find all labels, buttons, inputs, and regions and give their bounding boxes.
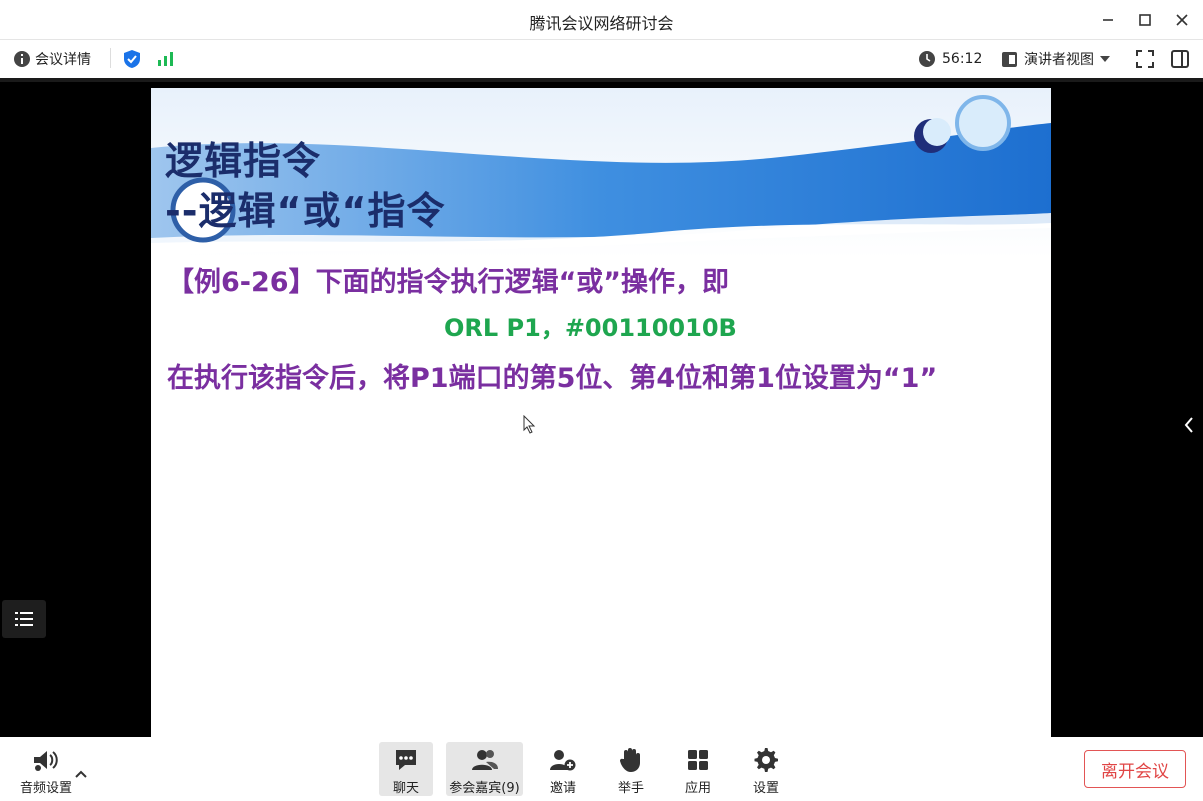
- fullscreen-icon: [1136, 50, 1154, 68]
- maximize-button[interactable]: [1130, 6, 1160, 34]
- mouse-cursor-icon: [523, 415, 536, 434]
- sidebar-icon: [1171, 50, 1189, 68]
- gear-icon: [754, 747, 778, 772]
- meeting-toolbar: 会议详情 56:12 演讲者视图: [0, 40, 1203, 78]
- timer-value: 56:12: [942, 51, 983, 67]
- participants-button[interactable]: 参会嘉宾(9): [446, 742, 523, 796]
- audio-settings-label: 音频设置: [19, 781, 72, 796]
- list-icon: [15, 612, 33, 626]
- toolbar-divider: [110, 48, 111, 68]
- slide-title: 逻辑指令: [165, 139, 322, 183]
- document-list-button[interactable]: [2, 600, 46, 638]
- shield-icon: [124, 50, 140, 68]
- hand-icon: [619, 747, 640, 772]
- meeting-timer: 56:12: [918, 40, 982, 78]
- raise-hand-button[interactable]: 举手: [606, 742, 656, 796]
- slide-example-text: 【例6-26】下面的指令执行逻辑“或”操作，即: [167, 267, 730, 298]
- info-icon: [14, 51, 30, 67]
- sidebar-toggle-button[interactable]: [1170, 40, 1190, 78]
- chevron-up-icon: [75, 770, 87, 778]
- slide-subtitle: --逻辑“或“指令: [165, 189, 446, 233]
- apps-label: 应用: [684, 781, 711, 796]
- clock-icon: [919, 51, 935, 67]
- leave-meeting-button[interactable]: 离开会议: [1084, 750, 1186, 788]
- fullscreen-button[interactable]: [1135, 40, 1155, 78]
- chevron-down-icon: [1100, 56, 1110, 62]
- minimize-button[interactable]: [1093, 6, 1123, 34]
- chat-label: 聊天: [392, 781, 419, 796]
- view-mode-label: 演讲者视图: [1024, 52, 1094, 68]
- apps-icon: [688, 749, 708, 770]
- close-icon: [1176, 14, 1188, 26]
- shared-screen-area: 逻辑指令 --逻辑“或“指令 【例6-26】下面的指令执行逻辑“或”操作，即 O…: [0, 78, 1203, 741]
- raise-hand-label: 举手: [617, 781, 644, 796]
- chat-button[interactable]: 聊天: [379, 742, 433, 796]
- meeting-details-button[interactable]: 会议详情: [13, 40, 91, 78]
- slide-explanation-text: 在执行该指令后，将P1端口的第5位、第4位和第1位设置为“1”: [167, 363, 938, 394]
- settings-button[interactable]: 设置: [741, 742, 791, 796]
- audio-settings-button[interactable]: 音频设置: [12, 742, 80, 796]
- expand-panel-button[interactable]: [1179, 412, 1199, 438]
- layout-icon: [1002, 51, 1017, 67]
- audio-options-toggle[interactable]: [75, 763, 87, 782]
- maximize-icon: [1139, 14, 1151, 26]
- invite-label: 邀请: [549, 781, 576, 796]
- invite-button[interactable]: 邀请: [538, 742, 588, 796]
- close-button[interactable]: [1167, 6, 1197, 34]
- chat-icon: [396, 749, 416, 770]
- security-status[interactable]: [122, 40, 142, 78]
- signal-icon: [158, 52, 173, 66]
- view-mode-dropdown[interactable]: 演讲者视图: [1001, 40, 1110, 78]
- presentation-slide: 逻辑指令 --逻辑“或“指令 【例6-26】下面的指令执行逻辑“或”操作，即 O…: [151, 88, 1051, 741]
- settings-label: 设置: [752, 781, 779, 796]
- add-user-icon: [550, 749, 576, 770]
- participants-label: 参会嘉宾(9): [449, 781, 520, 796]
- meeting-details-label: 会议详情: [35, 52, 91, 68]
- speaker-icon: [34, 750, 58, 771]
- signal-status[interactable]: [157, 40, 175, 78]
- apps-button[interactable]: 应用: [673, 742, 723, 796]
- participants-icon: [471, 749, 498, 770]
- chevron-left-icon: [1184, 417, 1193, 433]
- window-title: 腾讯会议网络研讨会: [529, 14, 674, 33]
- minimize-icon: [1103, 19, 1113, 21]
- slide-code-text: ORL P1，#00110010B: [444, 314, 737, 342]
- title-bar: 腾讯会议网络研讨会: [0, 0, 1203, 40]
- meeting-controls-bar: 音频设置 聊天 参会嘉宾(9) 邀请 举手 应用 设置 离开会议: [0, 737, 1203, 801]
